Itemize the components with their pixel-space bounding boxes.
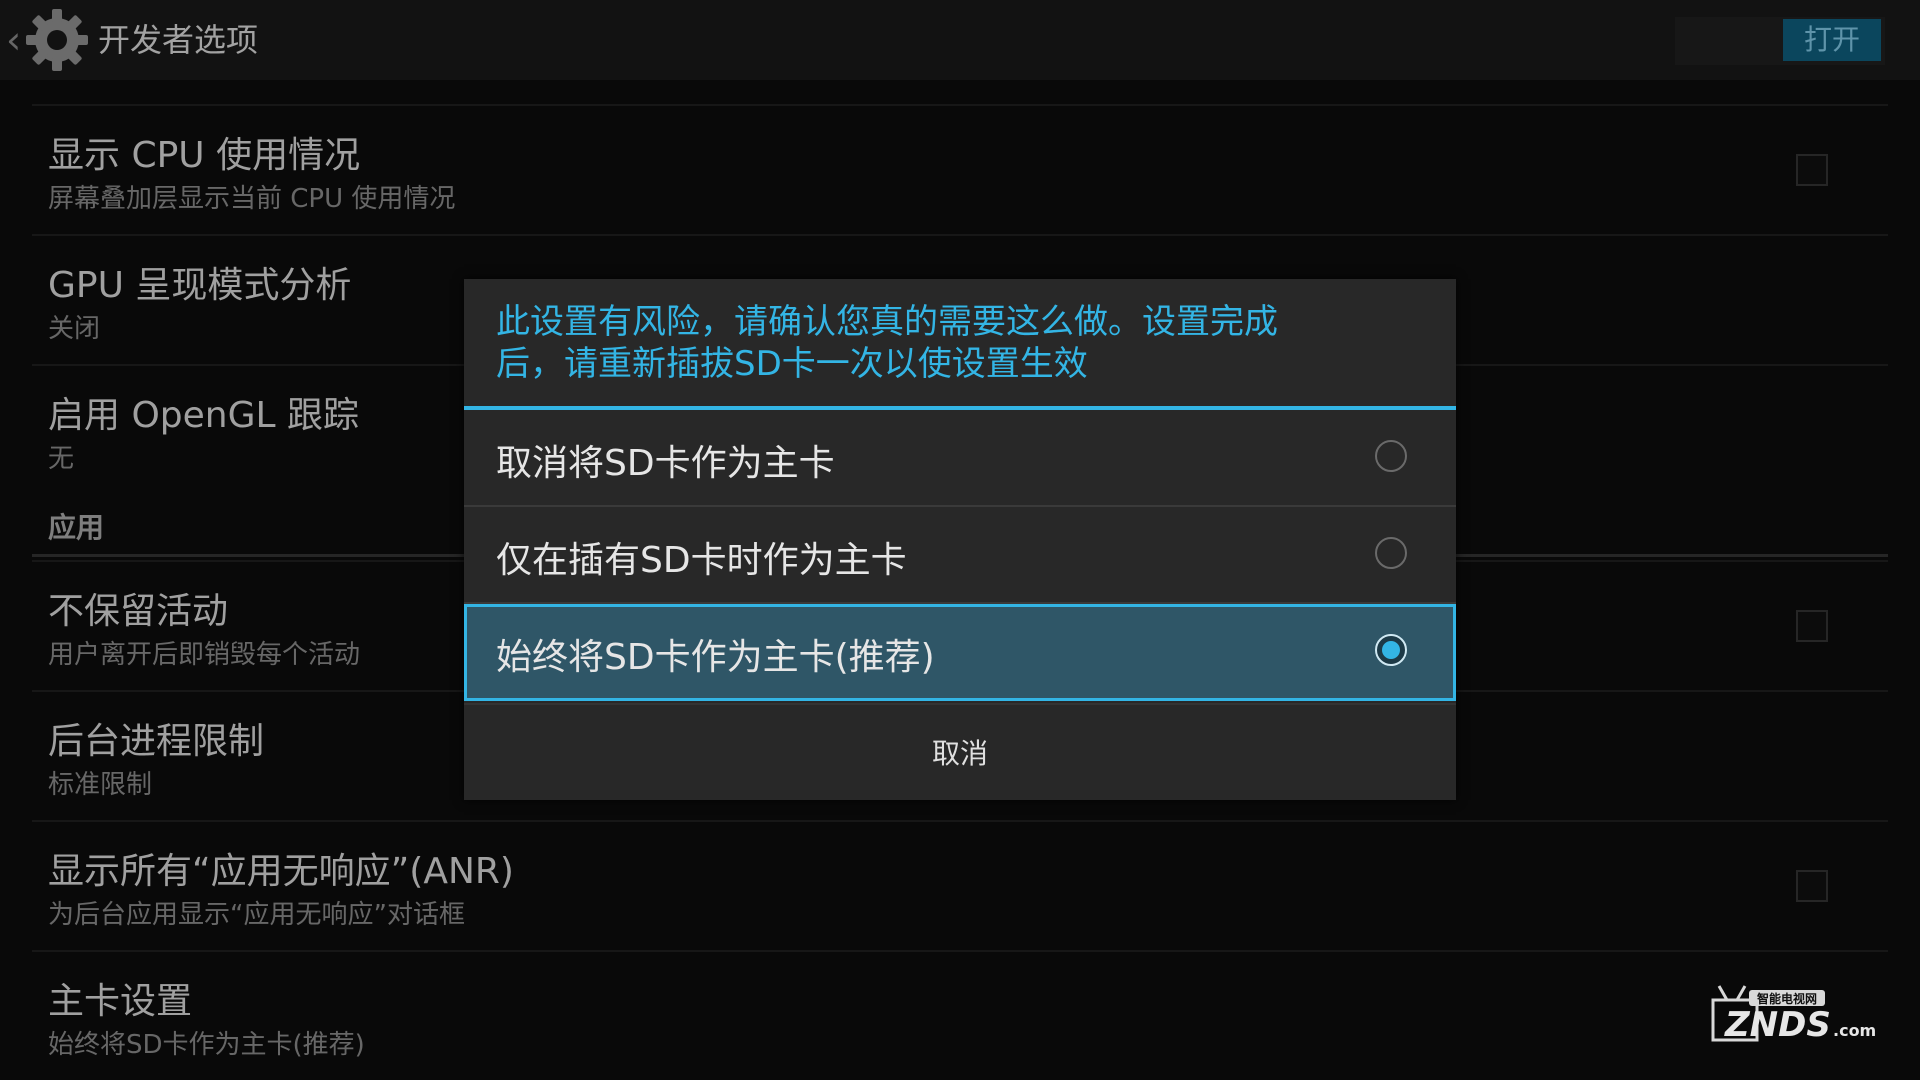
primary-card-dialog: 此设置有风险，请确认您真的需要这么做。设置完成 后，请重新插拔SD卡一次以使设置…	[464, 279, 1456, 800]
radio-button[interactable]	[1375, 440, 1407, 472]
dialog-title-line-2: 后，请重新插拔SD卡一次以使设置生效	[496, 344, 1088, 384]
option-disable-sd-primary[interactable]: 取消将SD卡作为主卡	[464, 410, 1456, 507]
znds-watermark-logo: 智能电视网 ZNDS .com	[1711, 985, 1875, 1045]
radio-button-selected[interactable]	[1375, 634, 1407, 666]
dialog-button-bar: 取消	[464, 703, 1456, 802]
option-label: 仅在插有SD卡时作为主卡	[496, 540, 907, 581]
cancel-button[interactable]: 取消	[464, 705, 1456, 802]
radio-button[interactable]	[1375, 537, 1407, 569]
dialog-title: 此设置有风险，请确认您真的需要这么做。设置完成 后，请重新插拔SD卡一次以使设置…	[496, 301, 1376, 385]
svg-text:ZNDS: ZNDS	[1724, 1005, 1831, 1045]
option-label: 取消将SD卡作为主卡	[496, 443, 835, 484]
option-label: 始终将SD卡作为主卡(推荐)	[496, 637, 935, 678]
svg-text:.com: .com	[1833, 1021, 1875, 1040]
option-sd-primary-when-inserted[interactable]: 仅在插有SD卡时作为主卡	[464, 507, 1456, 604]
option-always-sd-primary[interactable]: 始终将SD卡作为主卡(推荐)	[464, 604, 1456, 701]
svg-text:智能电视网: 智能电视网	[1756, 991, 1817, 1006]
dialog-title-line-1: 此设置有风险，请确认您真的需要这么做。设置完成	[496, 302, 1278, 342]
